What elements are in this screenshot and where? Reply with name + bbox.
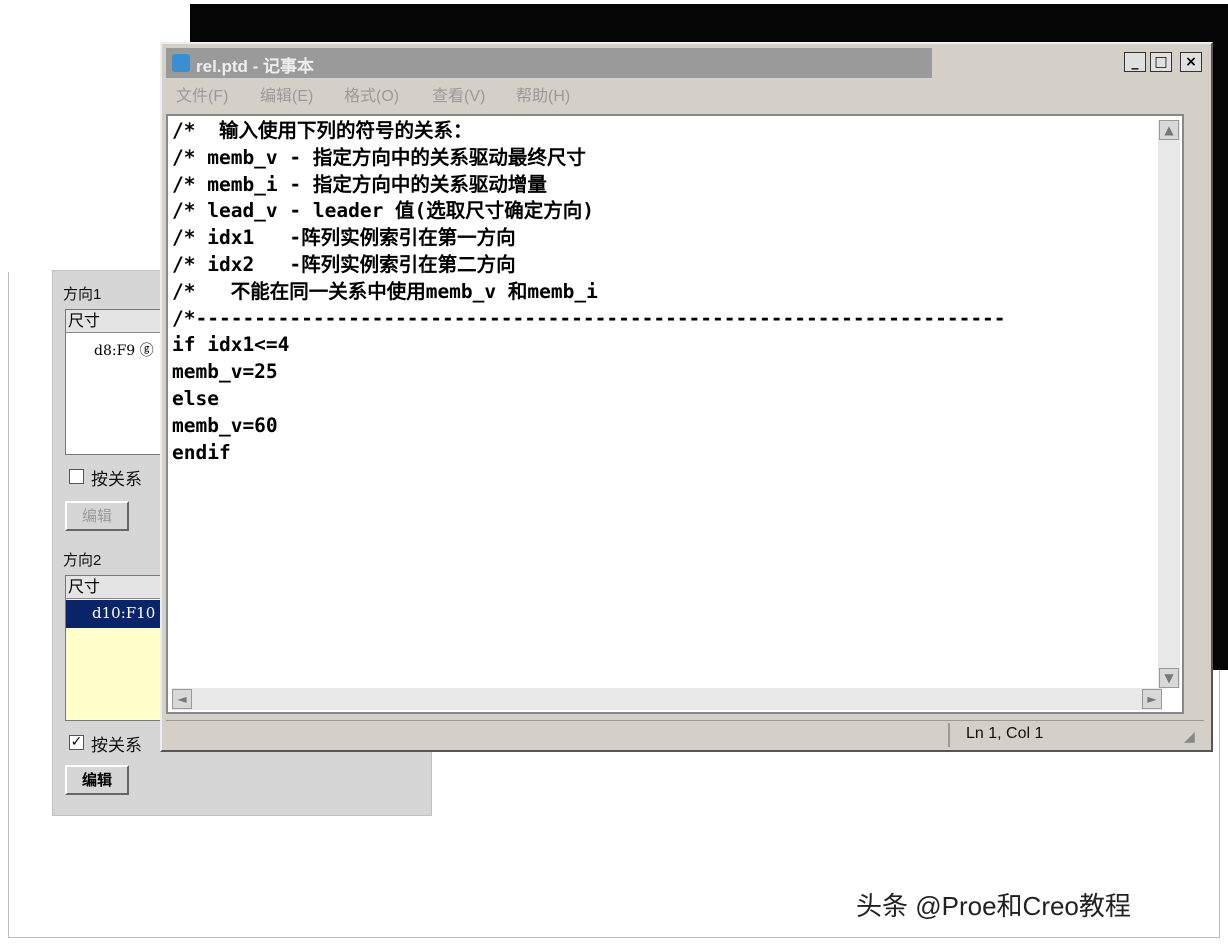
direction2-relation-checkbox[interactable]: ✓	[69, 735, 84, 750]
scroll-left-icon[interactable]: ◄	[172, 689, 192, 709]
resize-grip-icon[interactable]: ◢	[1184, 729, 1202, 747]
direction2-selected-row[interactable]: d10:F10	[66, 600, 174, 628]
scroll-down-icon[interactable]: ▼	[1159, 668, 1179, 688]
menu-format[interactable]: 格式(O)	[344, 82, 399, 106]
direction1-list[interactable]: 尺寸 d8:F9 ⓖ	[65, 309, 175, 455]
text-editor[interactable]: /* 输入使用下列的符号的关系： /* memb_v - 指定方向中的关系驱动最…	[166, 114, 1184, 714]
window-title: rel.ptd - 记事本	[196, 57, 315, 76]
direction1-label: 方向1	[63, 286, 102, 303]
close-button[interactable]: ×	[1180, 52, 1202, 72]
menu-file[interactable]: 文件(F)	[176, 82, 228, 106]
direction2-relation-label: 按关系	[91, 736, 142, 755]
horizontal-scrollbar[interactable]: ◄ ►	[172, 688, 1162, 710]
maximize-button[interactable]: □	[1150, 52, 1172, 72]
title-bar[interactable]: rel.ptd - 记事本	[166, 48, 932, 78]
notepad-icon	[172, 54, 190, 72]
vertical-scrollbar[interactable]: ▲ ▼	[1158, 120, 1180, 688]
direction1-relation-checkbox[interactable]	[69, 469, 84, 484]
editor-content[interactable]: /* 输入使用下列的符号的关系： /* memb_v - 指定方向中的关系驱动最…	[172, 118, 1006, 466]
status-separator	[948, 723, 950, 747]
scroll-right-icon[interactable]: ►	[1142, 689, 1162, 709]
minimize-button[interactable]: _	[1124, 52, 1146, 72]
direction1-list-header[interactable]: 尺寸	[66, 310, 174, 333]
notepad-window: rel.ptd - 记事本 _ □ × 文件(F) 编辑(E) 格式(O) 查看…	[160, 42, 1213, 752]
menu-help[interactable]: 帮助(H)	[516, 82, 570, 106]
watermark: 头条 @Proe和Creo教程	[856, 891, 1131, 921]
direction1-dimension-row[interactable]: d8:F9 ⓖ	[94, 340, 154, 360]
direction2-label: 方向2	[63, 552, 102, 569]
menu-edit[interactable]: 编辑(E)	[260, 82, 313, 106]
direction1-relation-label: 按关系	[91, 470, 142, 489]
status-bar: Ln 1, Col 1 ◢	[166, 720, 1204, 749]
direction1-edit-button[interactable]: 编辑	[65, 501, 129, 531]
direction2-list-header[interactable]: 尺寸	[66, 576, 174, 599]
cursor-position: Ln 1, Col 1	[966, 725, 1044, 742]
menu-view[interactable]: 查看(V)	[432, 82, 485, 106]
scroll-up-icon[interactable]: ▲	[1159, 120, 1179, 140]
direction2-list[interactable]: 尺寸 d10:F10	[65, 575, 175, 721]
direction2-dimension-text: d10:F10	[92, 604, 156, 622]
direction2-edit-button[interactable]: 编辑	[65, 765, 129, 795]
